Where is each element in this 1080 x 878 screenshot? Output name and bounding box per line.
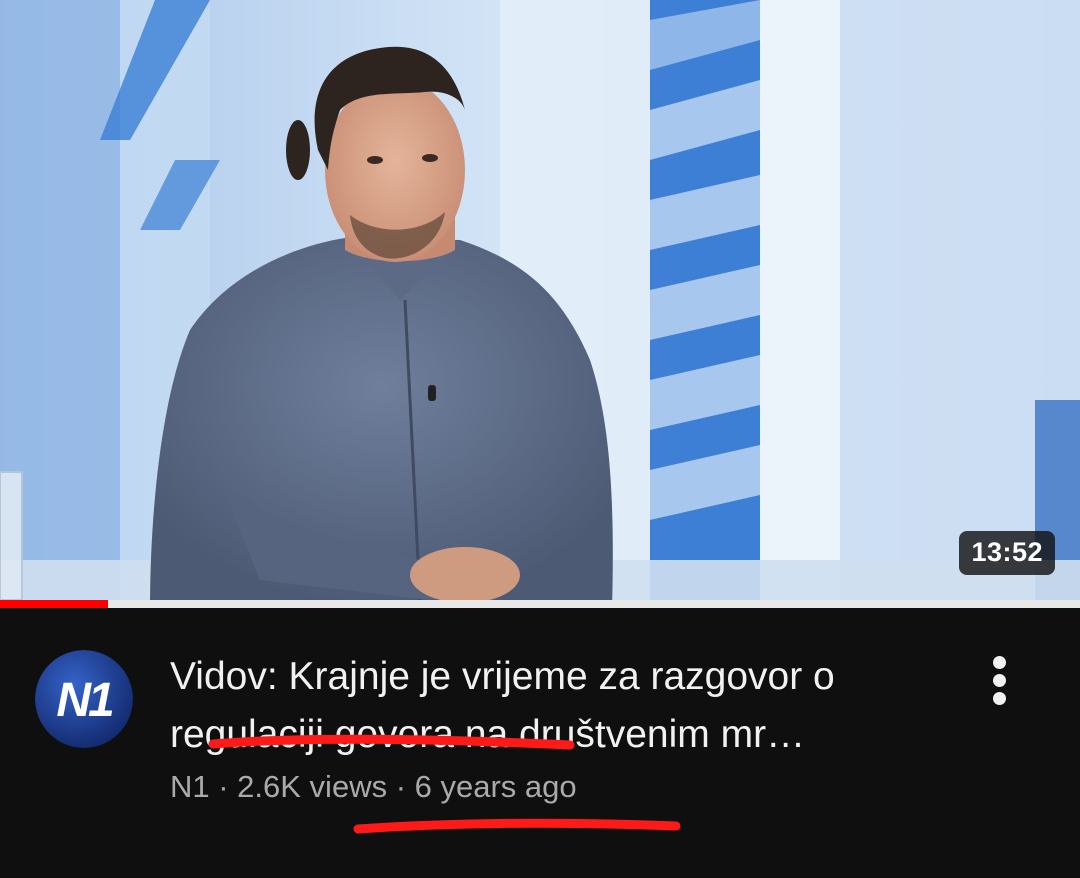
thumbnail-image: [0, 0, 1080, 608]
duration-badge: 13:52: [959, 531, 1055, 575]
more-vertical-icon: [993, 674, 1006, 687]
video-meta: N1 · 2.6K views · 6 years ago: [170, 769, 577, 804]
n1-logo-icon: N1: [35, 650, 133, 748]
channel-avatar[interactable]: N1: [35, 650, 133, 748]
watch-progress-bar: [0, 600, 1080, 608]
logo-lettering: N1: [56, 674, 113, 727]
more-options-button[interactable]: [980, 650, 1020, 710]
meta-underline-stroke: [353, 818, 681, 834]
video-title[interactable]: Vidov: Krajnje je vrijeme za razgovor o …: [170, 648, 950, 764]
more-vertical-icon: [993, 692, 1006, 705]
more-vertical-icon: [993, 656, 1006, 669]
watch-progress-fill: [0, 600, 108, 608]
video-thumbnail[interactable]: 13:52: [0, 0, 1080, 608]
